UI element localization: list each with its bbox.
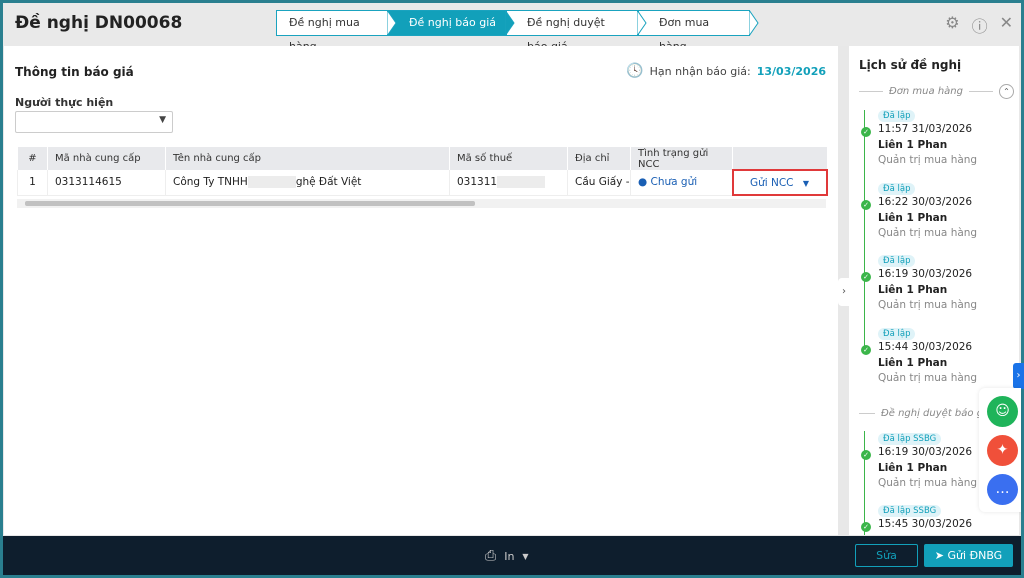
entry-time: 15:44 30/03/2026 bbox=[878, 341, 973, 353]
entry-time: 16:19 30/03/2026 bbox=[878, 268, 973, 280]
col-send-status: Tình trạng gửi NCC bbox=[630, 147, 733, 170]
send-icon: ➤ bbox=[934, 549, 945, 562]
history-entry: ✓ Đã lập 16:22 30/03/2026 Liên 1 Phan Quản t… bbox=[861, 181, 1018, 239]
clock-icon: 🕓 bbox=[626, 63, 644, 79]
print-button[interactable]: ⎙ In ▼ bbox=[485, 548, 529, 564]
step-de-nghi-mua-hang[interactable]: Đề nghị mua hàng bbox=[276, 10, 397, 53]
table-header: # Mã nhà cung cấp Tên nhà cung cấp Mã số… bbox=[17, 147, 827, 170]
caret-down-icon[interactable]: ▼ bbox=[522, 552, 528, 561]
print-label: In bbox=[504, 549, 515, 563]
section-title: Thông tin báo giá bbox=[15, 65, 134, 79]
entry-time: 11:57 31/03/2026 bbox=[878, 123, 973, 135]
col-supplier-name: Tên nhà cung cấp bbox=[165, 147, 450, 170]
entry-user: Liên 1 Phan bbox=[878, 284, 948, 296]
entry-time: 16:22 30/03/2026 bbox=[878, 196, 973, 208]
chatbot-icon[interactable]: ☺ bbox=[987, 396, 1018, 427]
step-de-nghi-duyet-bao-gia[interactable]: Đề nghị duyệt báo giá bbox=[506, 10, 647, 53]
deadline: 🕓 Hạn nhận báo giá: 13/03/2026 bbox=[626, 63, 826, 79]
group-header: Đơn mua hàng ⌃ bbox=[859, 84, 1015, 99]
help-icon[interactable]: ⓘ bbox=[972, 13, 988, 37]
check-icon: ✓ bbox=[861, 345, 871, 355]
group-label: Đề nghị duyệt báo giá bbox=[881, 408, 992, 419]
status-badge: Đã lập SSBG bbox=[878, 505, 942, 517]
send-ncc-label: Gửi NCC bbox=[749, 176, 794, 189]
redacted bbox=[247, 176, 296, 189]
printer-icon: ⎙ bbox=[485, 548, 497, 564]
cell-status: ● Chưa gửi bbox=[630, 170, 733, 196]
check-icon: ✓ bbox=[861, 127, 871, 137]
status-text: Chưa gửi bbox=[650, 176, 698, 189]
col-index: # bbox=[17, 147, 48, 170]
timeline-line bbox=[864, 431, 865, 535]
performer-label: Người thực hiện bbox=[15, 96, 114, 109]
name-part: Công Ty TNHH bbox=[173, 176, 248, 189]
history-entry: ✓ Đã lập 11:57 31/03/2026 Liên 1 Phan Quản t… bbox=[861, 108, 1018, 166]
send-ncc-button[interactable]: Gửi NCC ▼ bbox=[731, 169, 828, 196]
status-badge: Đã lập bbox=[878, 255, 916, 267]
history-title: Lịch sử đề nghị bbox=[859, 58, 962, 72]
performer-select[interactable]: ▼ bbox=[15, 111, 173, 133]
entry-role: Quản trị mua hàng bbox=[878, 154, 978, 166]
footer-bar: ⎙ In ▼ Sửa ➤ Gửi ĐNBG bbox=[3, 536, 1021, 575]
table-row[interactable]: 1 0313114615 Công Ty TNHH ghệ Đất Việt 03… bbox=[17, 169, 828, 196]
redacted bbox=[497, 176, 546, 189]
dialog: Đề nghị DN00068 Đề nghị mua hàng Đề nghị… bbox=[3, 3, 1021, 575]
step-de-nghi-bao-gia[interactable]: Đề nghị báo giá bbox=[388, 10, 515, 36]
col-supplier-code: Mã nhà cung cấp bbox=[47, 147, 166, 170]
check-icon: ✓ bbox=[861, 272, 871, 282]
entry-role: Quản trị mua hàng bbox=[878, 227, 978, 239]
status-badge: Đã lập bbox=[878, 110, 916, 122]
send-label: Gửi ĐNBG bbox=[947, 549, 1003, 562]
check-icon: ✓ bbox=[861, 450, 871, 460]
gear-icon[interactable]: ⚙ bbox=[945, 13, 959, 37]
col-address: Địa chỉ bbox=[567, 147, 631, 170]
dialog-header: Đề nghị DN00068 Đề nghị mua hàng Đề nghị… bbox=[3, 3, 1021, 53]
group-label: Đơn mua hàng bbox=[889, 86, 963, 97]
cell-name: Công Ty TNHH ghệ Đất Việt bbox=[165, 170, 450, 196]
col-tax-code: Mã số thuế bbox=[449, 147, 568, 170]
supplier-table: # Mã nhà cung cấp Tên nhà cung cấp Mã số… bbox=[17, 147, 828, 196]
caret-down-icon: ▼ bbox=[159, 115, 166, 125]
cell-index: 1 bbox=[17, 170, 48, 196]
step-don-mua-hang[interactable]: Đơn mua hàng bbox=[638, 10, 759, 53]
cell-address: Cầu Giấy - H bbox=[567, 170, 631, 196]
cell-tax: 031311 bbox=[449, 170, 568, 196]
scrollbar-thumb[interactable] bbox=[25, 201, 475, 206]
floating-actions: ☺ ✦ … bbox=[979, 388, 1021, 512]
send-dnbg-button[interactable]: ➤ Gửi ĐNBG bbox=[924, 544, 1013, 567]
status-badge: Đã lập bbox=[878, 183, 916, 195]
name-part: ghệ Đất Việt bbox=[295, 176, 362, 189]
deadline-label: Hạn nhận báo giá: bbox=[649, 64, 751, 78]
check-icon: ✓ bbox=[861, 200, 871, 210]
chevron-up-icon[interactable]: ⌃ bbox=[999, 84, 1015, 99]
expand-side-tab[interactable]: › bbox=[1013, 363, 1024, 389]
entry-role: Quản trị mua hàng bbox=[878, 372, 978, 384]
page-title: Đề nghị DN00068 bbox=[15, 13, 183, 33]
step-label: Đề nghị báo giá bbox=[409, 16, 496, 29]
status-badge: Đã lập SSBG bbox=[878, 433, 942, 445]
close-icon[interactable]: ✕ bbox=[1000, 13, 1013, 37]
tax-value: 031311 bbox=[457, 176, 498, 189]
history-entry: ✓ Đã lập 16:19 30/03/2026 Liên 1 Phan Quản t… bbox=[861, 253, 1018, 311]
history-entry: ✓ Đã lập 15:44 30/03/2026 Liên 1 Phan Quản t… bbox=[861, 326, 1018, 384]
deadline-date: 13/03/2026 bbox=[756, 64, 826, 78]
check-icon: ✓ bbox=[861, 522, 871, 532]
caret-down-icon: ▼ bbox=[802, 178, 810, 188]
entry-time: 15:45 30/03/2026 bbox=[878, 518, 973, 530]
entry-role: Quản trị mua hàng bbox=[878, 299, 978, 311]
timeline-line bbox=[864, 110, 865, 350]
col-action bbox=[732, 147, 827, 170]
horizontal-scrollbar[interactable] bbox=[17, 199, 826, 208]
entry-user: Liên 1 Phan bbox=[878, 139, 948, 151]
cell-code: 0313114615 bbox=[47, 170, 166, 196]
chat-icon[interactable]: … bbox=[987, 474, 1018, 505]
edit-button[interactable]: Sửa bbox=[855, 544, 918, 567]
progress-stepper: Đề nghị mua hàng Đề nghị báo giá Đề nghị… bbox=[276, 10, 759, 53]
entry-user: Liên 1 Phan bbox=[878, 212, 948, 224]
ai-sparkle-icon[interactable]: ✦ bbox=[987, 435, 1018, 466]
status-badge: Đã lập bbox=[878, 328, 916, 340]
entry-user: Liên 1 Phan bbox=[878, 357, 948, 369]
quote-info-panel: Thông tin báo giá 🕓 Hạn nhận báo giá: 13/0… bbox=[4, 46, 838, 535]
